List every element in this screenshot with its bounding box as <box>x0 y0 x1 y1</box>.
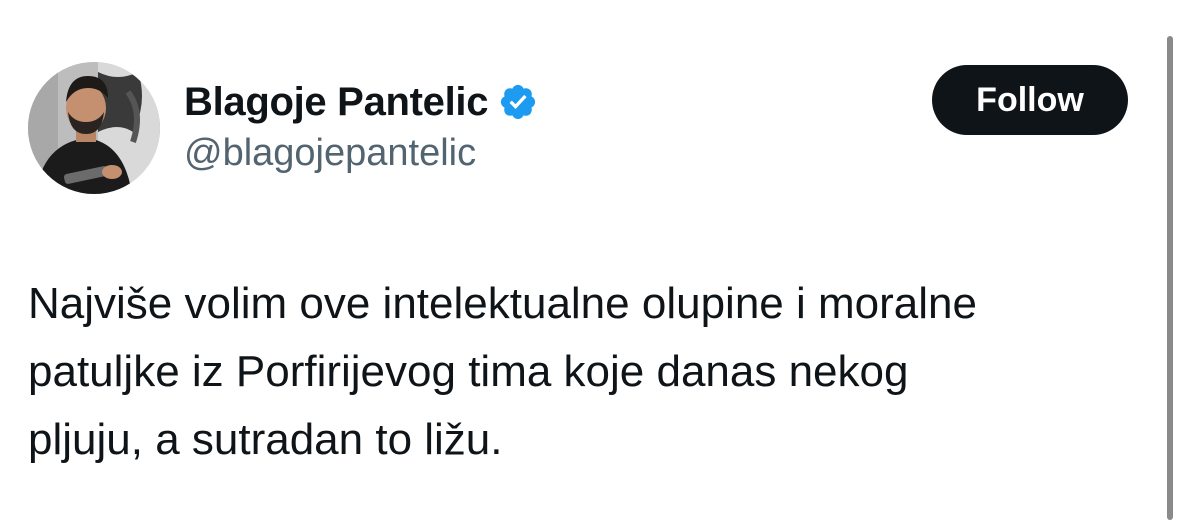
scrollbar[interactable] <box>1167 36 1173 520</box>
author-handle[interactable]: @blagojepantelic <box>184 132 476 175</box>
verified-badge-icon <box>501 84 536 120</box>
tweet-text-line: Najviše volim ove intelektualne olupine … <box>28 279 977 328</box>
author-name-row: Blagoje Pantelic <box>184 76 538 128</box>
avatar[interactable] <box>28 62 160 194</box>
tweet-text-line: pljuju, a sutradan to ližu. <box>28 415 503 464</box>
tweet-text: Najviše volim ove intelektualne olupine … <box>28 270 1148 474</box>
tweet-card: Blagoje Pantelic @blagojepantelic Follow… <box>0 0 1179 520</box>
author-display-name[interactable]: Blagoje Pantelic <box>184 80 488 125</box>
avatar-photo-icon <box>28 62 160 194</box>
follow-button[interactable]: Follow <box>932 65 1128 135</box>
tweet-text-line: patuljke iz Porfirijevog tima koje danas… <box>28 347 909 396</box>
